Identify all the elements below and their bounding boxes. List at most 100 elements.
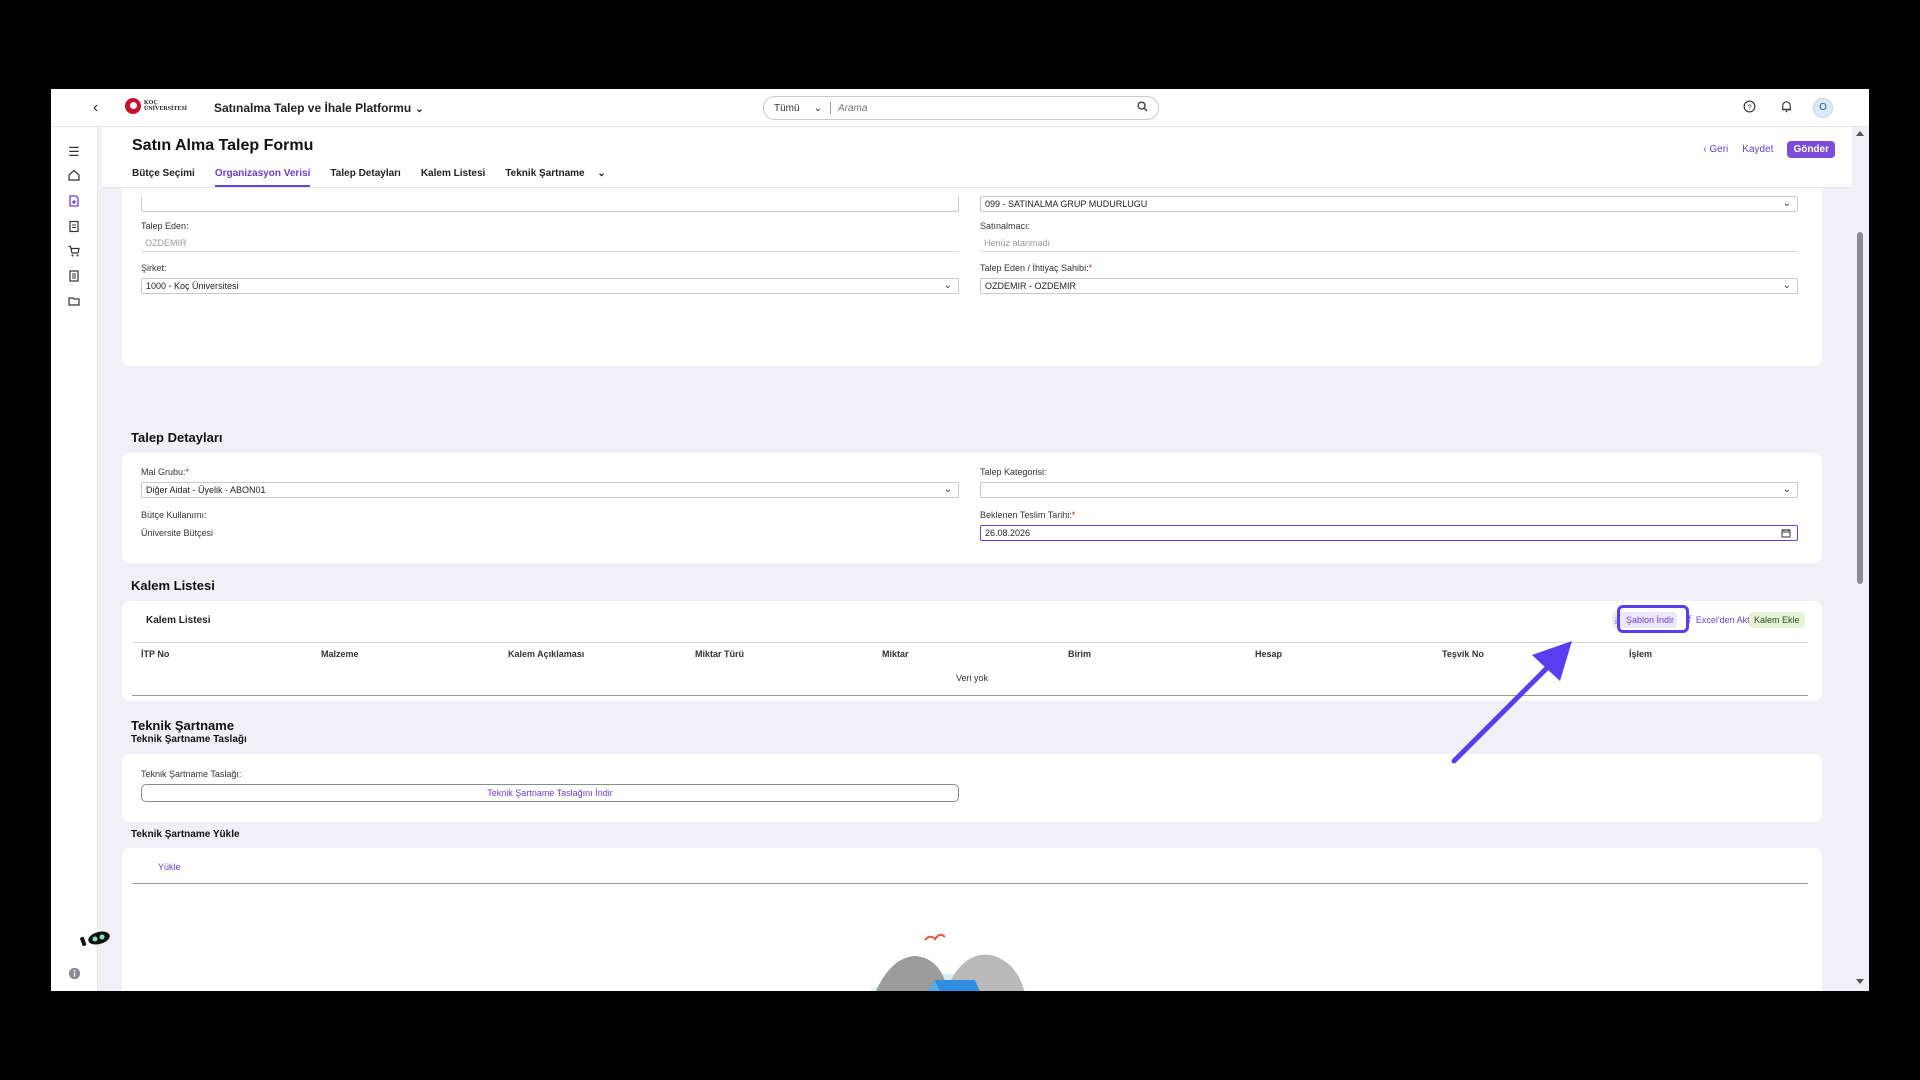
mal-grubu-select[interactable]: Diğer Aidat - Üyelik - ABON01 ⌄ [141, 482, 959, 498]
tab-talep-detaylari[interactable]: Talep Detayları [330, 168, 400, 187]
sirket-select[interactable]: 1000 - Koç Üniversitesi ⌄ [141, 278, 959, 294]
folder-icon[interactable] [65, 294, 83, 312]
search-icon[interactable] [1137, 101, 1148, 115]
search-divider [829, 102, 831, 114]
teslim-tarihi-label-text: Beklenen Teslim Tarihi: [980, 510, 1072, 520]
menu-icon[interactable]: ☰ [65, 143, 83, 161]
cart-icon[interactable] [65, 244, 83, 262]
user-avatar[interactable]: O [1813, 98, 1833, 118]
top-right-select[interactable]: 099 - SATINALMA GRUP MUDURLUGU ⌄ [980, 196, 1798, 212]
required-marker: * [185, 467, 190, 477]
side-navigation: ☰ [51, 127, 110, 991]
talep-eden-value: OZDEMIR [145, 238, 187, 248]
teslim-tarihi-label: Beklenen Teslim Tarihi:* [980, 510, 1075, 520]
tab-kalem-listesi[interactable]: Kalem Listesi [421, 168, 485, 187]
arrow-annotation-icon [1451, 641, 1572, 764]
tab-organizasyon-verisi[interactable]: Organizasyon Verisi [214, 168, 311, 187]
column-header[interactable]: İşlem [1629, 649, 1652, 659]
column-header[interactable]: Hesap [1255, 649, 1282, 659]
mal-grubu-label-text: Mal Grubu: [141, 467, 186, 477]
calendar-icon[interactable] [1781, 528, 1791, 541]
taslak-label: Teknik Şartname Taslağı: [141, 769, 242, 779]
organization-card: 099 - SATINALMA GRUP MUDURLUGU ⌄ Talep E… [122, 188, 1822, 366]
teknik-sartname-taslagi-title: Teknik Şartname Taslağı [131, 734, 247, 745]
sirket-label: Şirket: [141, 263, 167, 273]
tab-teknik-sartname-label: Teknik Şartname [505, 168, 585, 179]
kalem-listesi-section-title: Kalem Listesi [131, 578, 215, 593]
search-scope-select[interactable]: Tümü ⌄ [764, 103, 830, 114]
required-marker: * [1071, 510, 1076, 520]
search-bar: Tümü ⌄ [763, 96, 1159, 120]
mal-grubu-value: Diğer Aidat - Üyelik - ABON01 [146, 485, 266, 495]
bell-icon[interactable] [1778, 100, 1794, 116]
talep-kategorisi-label: Talep Kategorisi: [980, 467, 1047, 477]
talep-eden-field: OZDEMIR [141, 236, 959, 252]
documents-icon[interactable] [65, 269, 83, 287]
form-content: 099 - SATINALMA GRUP MUDURLUGU ⌄ Talep E… [102, 188, 1852, 991]
talep-detaylari-card: Mal Grubu:* Diğer Aidat - Üyelik - ABON0… [122, 453, 1822, 563]
add-item-label: Kalem Ekle [1754, 615, 1800, 625]
teslim-tarihi-value: 26.08.2026 [985, 528, 1031, 538]
header-actions: ‹ Geri Kaydet Gönder [1703, 141, 1835, 158]
column-header[interactable]: İTP No [141, 649, 169, 659]
upload-divider [132, 883, 1808, 884]
add-item-button[interactable]: Kalem Ekle [1749, 612, 1805, 628]
column-header[interactable]: Kalem Açıklaması [508, 649, 584, 659]
required-marker: * [1088, 263, 1093, 273]
empty-tent-illustration [869, 933, 1025, 991]
highlight-annotation [1617, 605, 1689, 633]
ihtiyac-sahibi-select[interactable]: OZDEMIR - OZDEMIR ⌄ [980, 278, 1798, 294]
scroll-up-icon[interactable] [1856, 131, 1864, 136]
upload-tab[interactable]: Yükle [158, 862, 181, 872]
tab-teknik-sartname[interactable]: Teknik Şartname ⌄ [505, 168, 605, 187]
app-title-menu[interactable]: Satınalma Talep ve İhale Platformu ⌄ [214, 101, 424, 115]
chevron-down-icon: ⌄ [943, 484, 952, 495]
app-title: Satınalma Talep ve İhale Platformu [214, 101, 412, 115]
column-header[interactable]: Miktar Türü [695, 649, 744, 659]
page-title: Satın Alma Talep Formu [132, 137, 314, 154]
ihtiyac-sahibi-label-text: Talep Eden / İhtiyaç Sahibi: [980, 263, 1089, 273]
column-header[interactable]: Birim [1068, 649, 1091, 659]
section-tabs: Bütçe Seçimi Organizasyon Verisi Talep D… [132, 168, 606, 187]
column-header[interactable]: Malzeme [321, 649, 359, 659]
save-button[interactable]: Kaydet [1742, 144, 1773, 155]
butce-kullanimi-value: Üniversite Bütçesi [141, 528, 214, 538]
home-icon[interactable] [65, 168, 83, 186]
logo-text: KOÇ ÜNİVERSİTESİ [144, 100, 188, 112]
koc-logo[interactable]: KOÇ ÜNİVERSİTESİ [125, 98, 198, 114]
new-request-icon[interactable] [65, 194, 83, 212]
chevron-down-icon: ⌄ [415, 104, 424, 115]
chevron-down-icon: ⌄ [597, 168, 606, 179]
satinalmaci-label: Satınalmacı: [980, 221, 1031, 231]
taslak-download-button[interactable]: Teknik Şartname Taslağını İndir [141, 784, 959, 802]
page-header: Satın Alma Talep Formu Bütçe Seçimi Orga… [102, 127, 1852, 188]
clipboard-icon[interactable] [65, 219, 83, 237]
scroll-down-icon[interactable] [1856, 979, 1864, 984]
ihtiyac-sahibi-label: Talep Eden / İhtiyaç Sahibi:* [980, 263, 1092, 273]
send-button[interactable]: Gönder [1787, 141, 1835, 158]
chevron-down-icon: ⌄ [1782, 484, 1791, 495]
chevron-down-icon: ⌄ [943, 280, 952, 291]
talep-kategorisi-select[interactable]: ⌄ [980, 482, 1798, 498]
scrollbar-thumb[interactable] [1857, 232, 1863, 584]
info-icon[interactable] [65, 967, 83, 985]
teslim-tarihi-input[interactable]: 26.08.2026 [980, 525, 1798, 541]
back-button[interactable]: ‹ Geri [1703, 144, 1728, 155]
shell-bar: ‹ KOÇ ÜNİVERSİTESİ Satınalma Talep ve İh… [51, 89, 1869, 127]
search-input[interactable] [837, 102, 1137, 114]
top-right-value: 099 - SATINALMA GRUP MUDURLUGU [985, 199, 1148, 209]
kalem-listesi-table-title: Kalem Listesi [146, 615, 211, 626]
chevron-down-icon: ⌄ [1782, 198, 1791, 209]
talep-detaylari-title: Talep Detayları [131, 430, 223, 445]
column-header[interactable]: Miktar [882, 649, 909, 659]
help-icon[interactable]: ? [1741, 100, 1757, 116]
mal-grubu-label: Mal Grubu:* [141, 467, 189, 477]
chevron-down-icon: ⌄ [1782, 280, 1791, 291]
back-chevron-icon[interactable]: ‹ [93, 99, 98, 117]
upload-card: Yükle [122, 848, 1822, 991]
ihtiyac-sahibi-value: OZDEMIR - OZDEMIR [985, 281, 1076, 291]
tab-butce-secimi[interactable]: Bütçe Seçimi [132, 168, 195, 187]
scrollbar[interactable] [1852, 127, 1869, 991]
top-left-field[interactable] [141, 196, 959, 212]
chevron-down-icon: ⌄ [813, 102, 822, 114]
